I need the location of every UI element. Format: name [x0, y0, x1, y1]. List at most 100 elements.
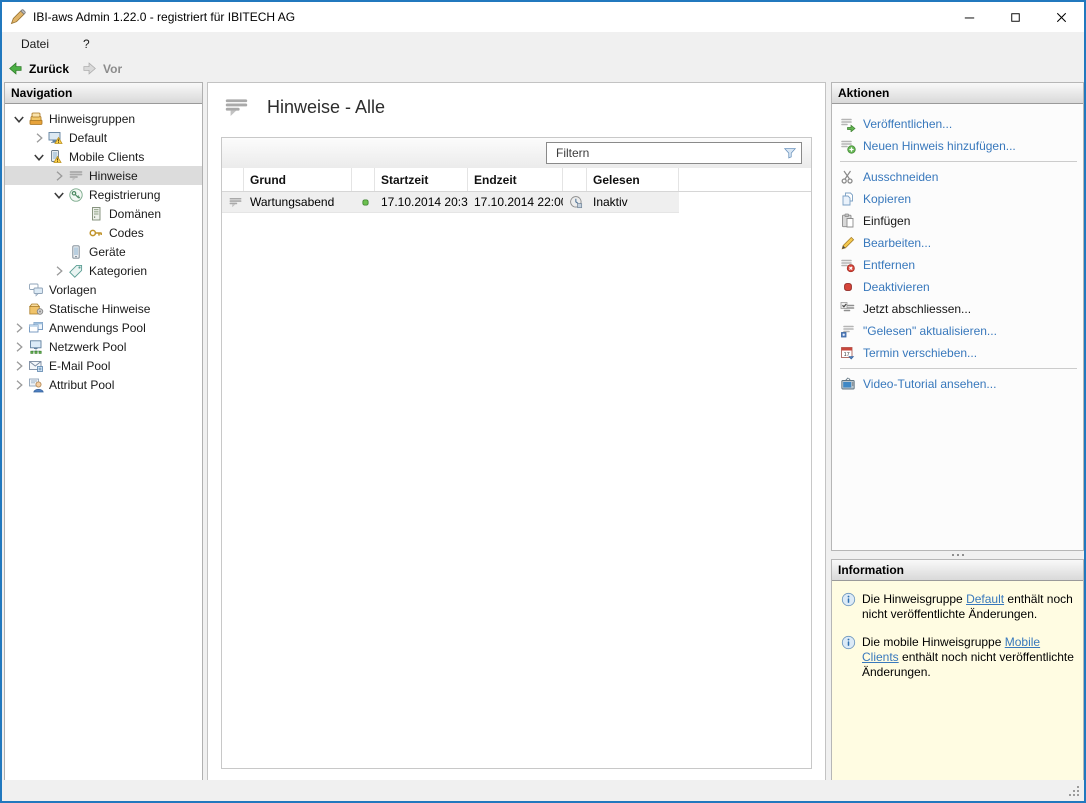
sidebar-item-hinweisgruppen[interactable]: Hinweisgruppen — [5, 109, 202, 128]
action-label: Ausschneiden — [863, 170, 938, 184]
column-header-icon[interactable] — [352, 168, 375, 191]
column-header-gelesen[interactable]: Gelesen — [587, 168, 679, 191]
sidebar-item-hinweise[interactable]: Hinweise — [5, 166, 202, 185]
action-bearbeiten[interactable]: Bearbeiten... — [838, 232, 1079, 254]
chevron-down-icon[interactable] — [11, 111, 27, 127]
actions-panel: Aktionen Veröffentlichen...Neuen Hinweis… — [831, 82, 1084, 551]
tag-icon — [68, 263, 84, 279]
tree-indent-spacer — [71, 225, 87, 241]
table-cell — [222, 192, 244, 212]
attribute-user-icon — [28, 377, 44, 393]
action-deaktivieren[interactable]: Deaktivieren — [838, 276, 1079, 298]
chevron-right-icon[interactable] — [51, 168, 67, 184]
sidebar-item-label: Registrierung — [89, 188, 160, 202]
action-einfuegen: Einfügen — [838, 210, 1079, 232]
sidebar-item-domaenen[interactable]: Domänen — [5, 204, 202, 223]
tree-indent-spacer — [71, 206, 87, 222]
navigation-tree: Hinweisgruppen Default Mobile Clients Hinwe… — [5, 104, 202, 394]
action-kopieren[interactable]: Kopieren — [838, 188, 1079, 210]
column-header-icon[interactable] — [563, 168, 587, 191]
back-arrow-icon — [7, 61, 24, 76]
chevron-right-icon[interactable] — [11, 358, 27, 374]
sidebar-item-label: Attribut Pool — [49, 378, 114, 392]
sidebar-item-label: Statische Hinweise — [49, 302, 150, 316]
window-title: IBI-aws Admin 1.22.0 - registriert für I… — [33, 10, 295, 24]
sidebar-item-netzwerk-pool[interactable]: Netzwerk Pool — [5, 337, 202, 356]
action-video-tutorial-ansehen[interactable]: Video-Tutorial ansehen... — [838, 373, 1079, 395]
info-item: Die mobile Hinweisgruppe Mobile Clients … — [841, 635, 1075, 680]
sidebar-item-statische-hinweise[interactable]: Statische Hinweise — [5, 299, 202, 318]
forward-button[interactable]: Vor — [81, 61, 122, 76]
action-entfernen[interactable]: Entfernen — [838, 254, 1079, 276]
action-label: Video-Tutorial ansehen... — [863, 377, 996, 391]
chevron-right-icon[interactable] — [11, 339, 27, 355]
maximize-button[interactable] — [992, 2, 1038, 32]
sidebar-item-label: Default — [69, 131, 107, 145]
sidebar-item-codes[interactable]: Codes — [5, 223, 202, 242]
sidebar-item-mobile-clients[interactable]: Mobile Clients — [5, 147, 202, 166]
table-cell — [563, 192, 587, 212]
minimize-button[interactable] — [946, 2, 992, 32]
sidebar-item-geraete[interactable]: Geräte — [5, 242, 202, 261]
tree-indent-spacer — [11, 282, 27, 298]
note-lines-icon — [228, 195, 243, 210]
info-icon — [841, 592, 856, 607]
close-button[interactable] — [1038, 2, 1084, 32]
filter-band — [222, 138, 811, 168]
column-header-grund[interactable]: Grund — [244, 168, 352, 191]
action-label: Termin verschieben... — [863, 346, 977, 360]
menu-datei[interactable]: Datei — [17, 35, 53, 53]
chevron-down-icon[interactable] — [31, 149, 47, 165]
chevron-right-icon[interactable] — [11, 377, 27, 393]
remove-icon — [840, 257, 856, 273]
toolbar: Zurück Vor — [2, 56, 1084, 81]
sidebar-item-vorlagen[interactable]: Vorlagen — [5, 280, 202, 299]
sidebar-item-label: Mobile Clients — [69, 150, 144, 164]
column-header-icon[interactable] — [222, 168, 244, 191]
sidebar-item-anwendungs-pool[interactable]: Anwendungs Pool — [5, 318, 202, 337]
info-link-mobile-clients[interactable]: Mobile Clients — [862, 635, 1040, 664]
panel-splitter[interactable] — [831, 551, 1084, 559]
action-label: Jetzt abschliessen... — [863, 302, 971, 316]
action-termin-verschieben[interactable]: 17Termin verschieben... — [838, 342, 1079, 364]
sidebar-item-label: Codes — [109, 226, 144, 240]
column-header-endzeit[interactable]: Endzeit — [468, 168, 563, 191]
filter-funnel-icon[interactable] — [783, 146, 797, 160]
add-note-icon — [840, 138, 856, 154]
info-icon — [841, 635, 856, 650]
sidebar-item-registrierung[interactable]: Registrierung — [5, 185, 202, 204]
info-link-default[interactable]: Default — [966, 592, 1004, 606]
action-label: Kopieren — [863, 192, 911, 206]
table-cell: Wartungsabend — [244, 192, 352, 212]
action-gelesen-aktualisieren[interactable]: "Gelesen" aktualisieren... — [838, 320, 1079, 342]
chevron-right-icon[interactable] — [31, 130, 47, 146]
notes-icon — [221, 94, 252, 121]
chevron-right-icon[interactable] — [51, 263, 67, 279]
sidebar-item-attribut-pool[interactable]: Attribut Pool — [5, 375, 202, 394]
action-neuen-hinweis-hinzufuegen[interactable]: Neuen Hinweis hinzufügen... — [838, 135, 1079, 157]
action-veroeffentlichen[interactable]: Veröffentlichen... — [838, 113, 1079, 135]
chevron-right-icon[interactable] — [11, 320, 27, 336]
info-item: Die Hinweisgruppe Default enthält noch n… — [841, 592, 1075, 622]
video-tutorial-icon — [840, 376, 856, 392]
back-button[interactable]: Zurück — [7, 61, 69, 76]
table-row[interactable]: Wartungsabend17.10.2014 20:3017.10.2014 … — [222, 192, 679, 213]
action-list: Veröffentlichen... Neuen Hinweis hinzufüg… — [832, 104, 1083, 395]
sidebar-item-kategorien[interactable]: Kategorien — [5, 261, 202, 280]
sidebar-item-label: Vorlagen — [49, 283, 96, 297]
sidebar-item-label: E-Mail Pool — [49, 359, 110, 373]
sidebar-item-label: Hinweise — [89, 169, 138, 183]
action-label: Neuen Hinweis hinzufügen... — [863, 139, 1016, 153]
action-ausschneiden[interactable]: Ausschneiden — [838, 166, 1079, 188]
resize-grip[interactable] — [1069, 786, 1080, 797]
tree-indent-spacer — [11, 301, 27, 317]
chevron-down-icon[interactable] — [51, 187, 67, 203]
deactivate-icon — [840, 279, 856, 295]
sidebar-item-e-mail-pool[interactable]: E-Mail Pool — [5, 356, 202, 375]
sidebar-item-default[interactable]: Default — [5, 128, 202, 147]
navigation-header: Navigation — [5, 83, 202, 104]
column-header-startzeit[interactable]: Startzeit — [375, 168, 468, 191]
menu-help[interactable]: ? — [79, 35, 94, 53]
table-cell: 17.10.2014 22:00 — [468, 192, 563, 212]
filter-input[interactable] — [546, 142, 802, 164]
